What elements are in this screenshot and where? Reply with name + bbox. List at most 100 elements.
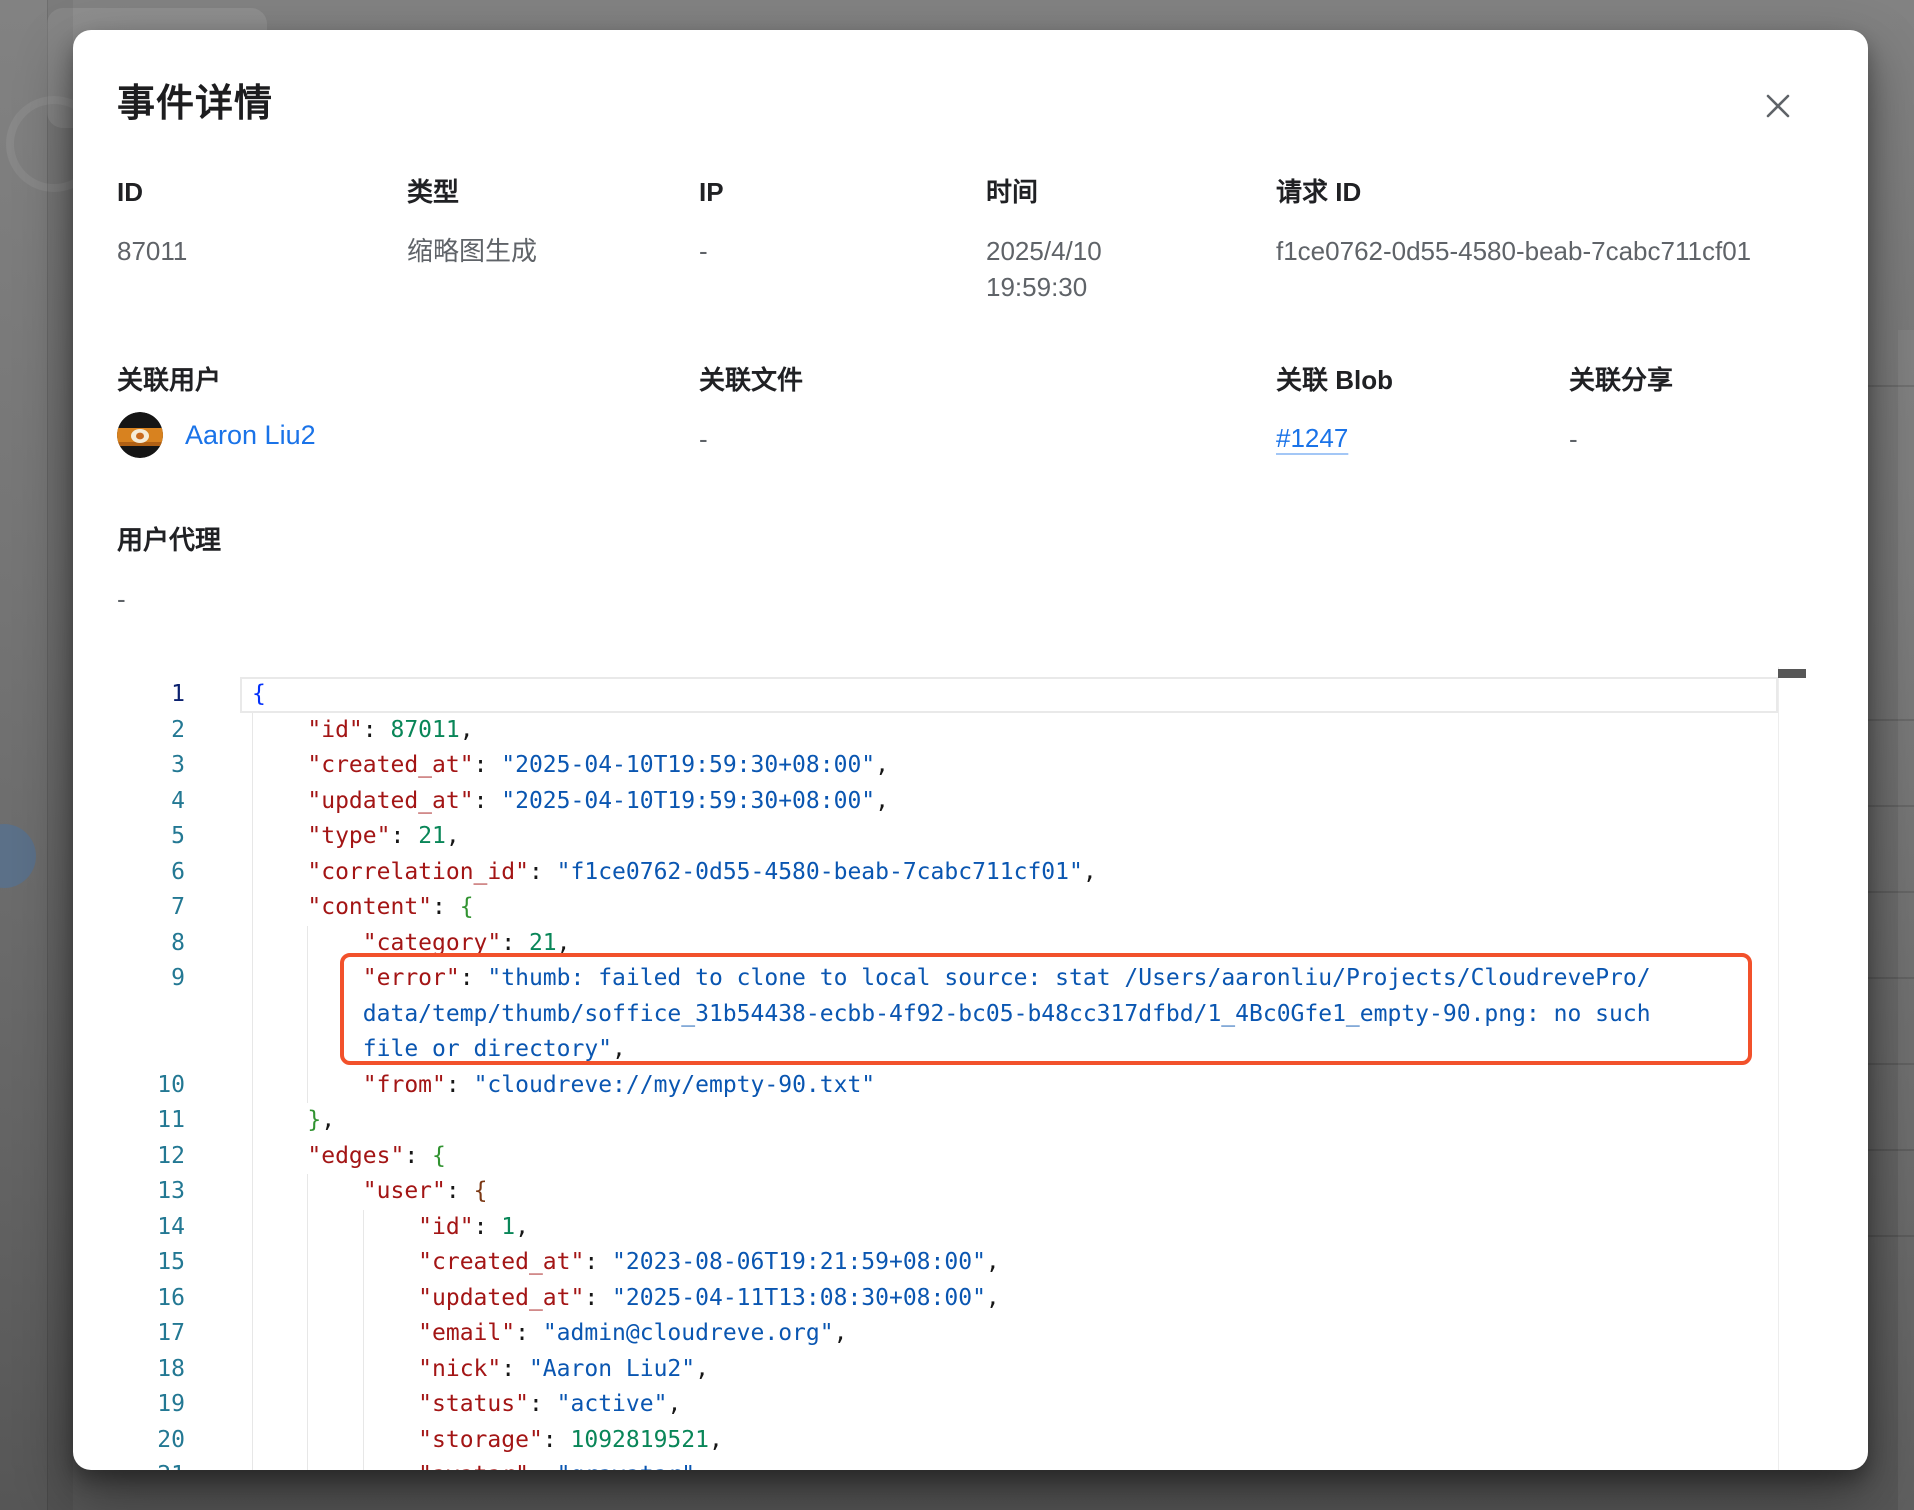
field-id: ID 87011 [117,175,407,305]
code-line: 4 "updated_at": "2025-04-10T19:59:30+08:… [117,784,1806,820]
code-line-content: }, [240,1103,1806,1139]
code-line-content: "avatar": "gravatar", [240,1458,1806,1470]
code-line-content: "user": { [240,1174,1806,1210]
indent-guide [252,1139,253,1175]
code-line: 20 "storage": 1092819521, [117,1423,1806,1459]
backdrop-row-line [1868,1235,1914,1237]
backdrop-row-line [1868,1149,1914,1151]
indent-guide [307,1245,308,1281]
field-related-blob-label: 关联 Blob [1276,363,1569,397]
code-line-content: "created_at": "2023-08-06T19:21:59+08:00… [240,1245,1806,1281]
line-number: 6 [117,855,240,891]
line-number: 3 [117,748,240,784]
line-number: 9 [117,961,240,997]
indent-guide [363,1352,364,1388]
indent-guide [307,1032,308,1068]
field-time: 时间 2025/4/10 19:59:30 [986,175,1276,305]
field-time-label: 时间 [986,175,1276,209]
field-type-label: 类型 [407,175,699,209]
line-number: 1 [117,677,240,713]
indent-guide [307,997,308,1033]
indent-guide [252,1352,253,1388]
code-line-content: "storage": 1092819521, [240,1423,1806,1459]
field-related-file-label: 关联文件 [699,363,1276,397]
indent-guide [252,1245,253,1281]
indent-guide [252,1316,253,1352]
code-line-content: "correlation_id": "f1ce0762-0d55-4580-be… [240,855,1806,891]
code-line-content: "from": "cloudreve://my/empty-90.txt" [240,1068,1806,1104]
indent-guide [307,1352,308,1388]
field-request-id-label: 请求 ID [1276,175,1824,209]
close-button[interactable] [1750,78,1806,134]
line-number: 13 [117,1174,240,1210]
line-number: 7 [117,890,240,926]
related-user-link[interactable]: Aaron Liu2 [185,420,316,451]
indent-guide [307,961,308,997]
indent-guide [252,1423,253,1459]
field-id-value: 87011 [117,233,407,269]
field-user-agent-label: 用户代理 [117,523,1824,557]
indent-guide [307,1174,308,1210]
error-highlight-box [340,953,1752,1065]
code-line: 16 "updated_at": "2025-04-11T13:08:30+08… [117,1281,1806,1317]
code-line: 5 "type": 21, [117,819,1806,855]
line-number: 17 [117,1316,240,1352]
field-related-share-value: - [1569,421,1824,457]
field-related-file-value: - [699,421,1276,457]
line-number: 10 [117,1068,240,1104]
backdrop-left-band [47,0,73,1510]
backdrop-row-line [1868,977,1914,979]
related-blob-link[interactable]: #1247 [1276,423,1348,454]
backdrop-row-line [1868,719,1914,721]
code-line: 6 "correlation_id": "f1ce0762-0d55-4580-… [117,855,1806,891]
code-line-content: "nick": "Aaron Liu2", [240,1352,1806,1388]
indent-guide [307,1068,308,1104]
indent-guide [252,1281,253,1317]
indent-guide [307,1210,308,1246]
json-code-editor[interactable]: 1{2 "id": 87011,3 "created_at": "2025-04… [117,667,1806,1470]
backdrop-row-line [1868,1063,1914,1065]
field-time-value: 2025/4/10 19:59:30 [986,233,1156,305]
field-related-user-label: 关联用户 [117,363,699,397]
indent-guide [252,819,253,855]
line-number: 18 [117,1352,240,1388]
event-detail-dialog: 事件详情 ID 87011 类型 缩略图生成 IP - 时间 2025/4/10… [73,30,1868,1470]
indent-guide [252,748,253,784]
indent-guide [363,1387,364,1423]
indent-guide [363,1316,364,1352]
indent-guide [252,1174,253,1210]
line-number: 8 [117,926,240,962]
backdrop-row-line [1868,891,1914,893]
line-number: 21 [117,1458,240,1470]
indent-guide [307,1458,308,1470]
field-related-blob: 关联 Blob #1247 [1276,363,1569,459]
indent-guide [363,1458,364,1470]
field-ip-label: IP [699,175,986,209]
line-number [117,997,240,1033]
avatar [117,412,163,458]
indent-guide [252,1103,253,1139]
code-line-content: { [240,677,1806,713]
field-related-user: 关联用户 [117,363,699,459]
code-line: 18 "nick": "Aaron Liu2", [117,1352,1806,1388]
indent-guide [363,1423,364,1459]
indent-guide [252,784,253,820]
close-icon [1762,90,1794,122]
code-line-content: "updated_at": "2025-04-11T13:08:30+08:00… [240,1281,1806,1317]
line-number: 12 [117,1139,240,1175]
indent-guide [363,1210,364,1246]
indent-guide [252,926,253,962]
field-related-file: 关联文件 - [699,363,1276,459]
indent-guide [307,1316,308,1352]
indent-guide [252,890,253,926]
line-number: 11 [117,1103,240,1139]
line-number: 2 [117,713,240,749]
code-line: 17 "email": "admin@cloudreve.org", [117,1316,1806,1352]
field-type: 类型 缩略图生成 [407,175,699,305]
code-line: 15 "created_at": "2023-08-06T19:21:59+08… [117,1245,1806,1281]
indent-guide [252,1458,253,1470]
code-line-content: "type": 21, [240,819,1806,855]
code-line: 12 "edges": { [117,1139,1806,1175]
line-number: 14 [117,1210,240,1246]
meta-row-1: ID 87011 类型 缩略图生成 IP - 时间 2025/4/10 19:5… [117,175,1824,305]
